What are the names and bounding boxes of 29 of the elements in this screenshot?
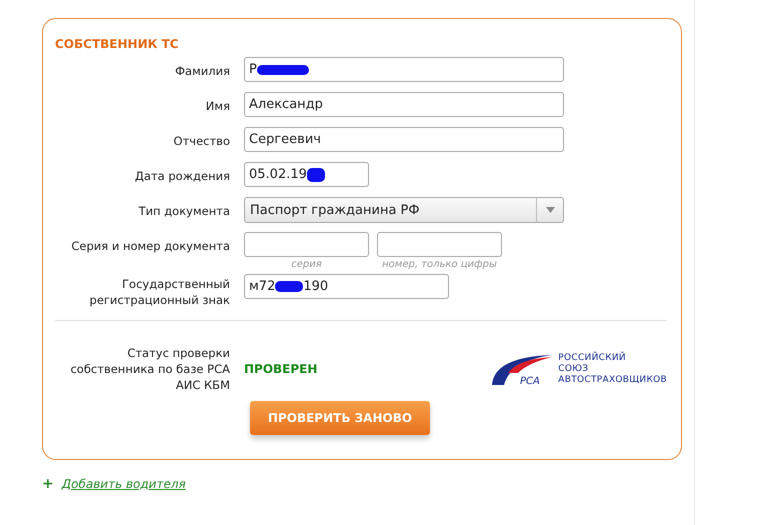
field-hint: серия xyxy=(291,259,322,270)
redaction-mark xyxy=(306,168,325,182)
section-title: СОБСТВЕННИК ТС xyxy=(55,37,180,51)
add-driver-link[interactable]: Добавить водителя xyxy=(62,477,186,491)
field-label: Тип документа xyxy=(138,203,230,219)
logo-text: АВТОСТРАХОВЩИКОВ xyxy=(558,374,667,386)
status-value: ПРОВЕРЕН xyxy=(244,362,318,376)
plus-icon: + xyxy=(42,476,54,492)
field-label: Серия и номер документа xyxy=(70,238,230,254)
dropdown-caret-icon xyxy=(546,207,554,213)
field-label: Государственный регистрационный знак xyxy=(88,276,230,308)
logo-text: СОЮЗ xyxy=(558,364,590,374)
input-field[interactable]: Р xyxy=(244,57,564,82)
input-field[interactable]: Александр xyxy=(244,92,564,117)
field-label: Имя xyxy=(204,98,230,114)
status-label: Статус проверки собственника по базе РСА АИС КБМ xyxy=(69,345,230,393)
input-field[interactable] xyxy=(244,232,369,257)
input-field[interactable]: Сергеевич xyxy=(244,127,564,152)
input-field[interactable]: 05.02.19 xyxy=(244,162,369,187)
document-type-select[interactable]: Паспорт гражданина РФ xyxy=(244,197,564,223)
input-field[interactable] xyxy=(377,232,502,257)
field-hint: номер, только цифры xyxy=(382,259,497,270)
input-field[interactable]: м72 190 xyxy=(244,274,449,299)
field-label: Дата рождения xyxy=(134,168,230,184)
logo-text: РОССИЙСКИЙ xyxy=(558,352,627,364)
redaction-mark xyxy=(275,281,304,292)
field-label: Отчество xyxy=(172,133,230,149)
redaction-mark xyxy=(256,64,309,74)
field-label: Фамилия xyxy=(174,63,230,79)
